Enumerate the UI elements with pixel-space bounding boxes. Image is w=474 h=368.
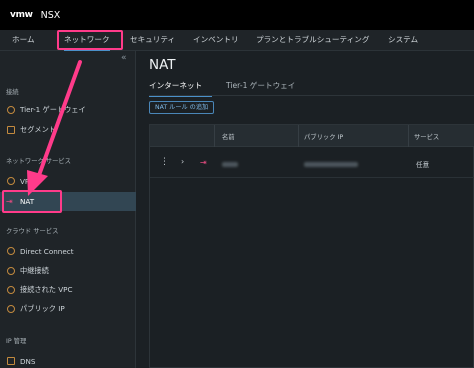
redacted-name bbox=[222, 162, 238, 167]
column-divider bbox=[298, 125, 299, 147]
dns-icon bbox=[7, 357, 15, 365]
cell-service: 任意 bbox=[416, 161, 430, 169]
nav-home[interactable]: ホーム bbox=[12, 30, 35, 51]
column-header-service[interactable]: サービス bbox=[414, 132, 439, 141]
app-title: NSX bbox=[40, 9, 61, 21]
nat-rule-icon: ⇥ bbox=[200, 158, 207, 167]
sidebar-item-vpn[interactable]: VPN bbox=[0, 173, 136, 189]
main-nav: ホーム ネットワーク セキュリティ インベントリ プランとトラブルシューティング… bbox=[0, 30, 474, 51]
nav-security[interactable]: セキュリティ bbox=[130, 30, 175, 51]
transit-connect-icon bbox=[7, 267, 15, 275]
connected-vpc-icon bbox=[7, 286, 15, 294]
top-bar: vmw NSX bbox=[0, 0, 474, 30]
section-header-connectivity: 接続 bbox=[6, 89, 19, 96]
direct-connect-icon bbox=[7, 247, 15, 255]
vmware-logo: vmw bbox=[10, 10, 33, 20]
main-content: NAT インターネット Tier-1 ゲートウェイ NAT ルール の追加 名前… bbox=[137, 51, 474, 368]
section-header-network-services: ネットワーク サービス bbox=[6, 158, 71, 165]
column-header-public-ip[interactable]: パブリック IP bbox=[304, 132, 343, 141]
sidebar-item-direct-connect[interactable]: Direct Connect bbox=[0, 243, 136, 259]
redacted-public-ip bbox=[304, 162, 358, 167]
page-title: NAT bbox=[149, 57, 176, 73]
sidebar-item-label: VPN bbox=[20, 176, 35, 186]
nav-plan-troubleshoot[interactable]: プランとトラブルシューティング bbox=[256, 30, 369, 51]
sidebar-item-label: 中継接続 bbox=[20, 266, 49, 275]
column-header-name[interactable]: 名前 bbox=[222, 132, 235, 141]
public-ip-icon bbox=[7, 305, 15, 313]
section-header-cloud-services: クラウド サービス bbox=[6, 228, 59, 235]
tab-divider bbox=[149, 95, 474, 96]
nav-inventory[interactable]: インベントリ bbox=[193, 30, 239, 51]
tab-tier1-gateway[interactable]: Tier-1 ゲートウェイ bbox=[226, 80, 295, 91]
row-divider bbox=[150, 177, 474, 178]
add-nat-rule-button[interactable]: NAT ルール の追加 bbox=[149, 101, 215, 114]
column-divider bbox=[408, 125, 409, 147]
table-header: 名前 パブリック IP サービス bbox=[150, 125, 474, 147]
sidebar-item-label: DNS bbox=[20, 356, 36, 366]
sidebar-item-label: セグメント bbox=[20, 125, 56, 134]
table-row: ⋮ › ⇥ 任意 bbox=[150, 154, 474, 174]
sidebar-item-label: 接続された VPC bbox=[20, 285, 73, 294]
sidebar-item-label: パブリック IP bbox=[20, 304, 65, 313]
nav-system[interactable]: システム bbox=[388, 30, 418, 51]
nat-rules-table: 名前 パブリック IP サービス ⋮ › ⇥ 任意 bbox=[149, 124, 474, 368]
sidebar-item-transit-connect[interactable]: 中継接続 bbox=[0, 263, 136, 279]
section-header-ip-management: IP 管理 bbox=[6, 338, 27, 345]
vpn-icon bbox=[7, 177, 15, 185]
sidebar-item-label: NAT bbox=[20, 197, 35, 206]
collapse-sidebar-icon[interactable]: « bbox=[121, 53, 127, 63]
nat-icon: ⇥ bbox=[6, 196, 13, 206]
gateway-icon bbox=[7, 106, 15, 114]
sidebar-item-label: Direct Connect bbox=[20, 246, 74, 256]
row-actions-icon[interactable]: ⋮ bbox=[160, 157, 169, 167]
sidebar-item-segments[interactable]: セグメント bbox=[0, 122, 136, 138]
sidebar-item-label: Tier-1 ゲートウェイ bbox=[20, 105, 86, 114]
expand-row-icon[interactable]: › bbox=[181, 157, 184, 166]
sidebar-item-public-ip[interactable]: パブリック IP bbox=[0, 301, 136, 317]
sidebar-item-nat[interactable]: ⇥ NAT bbox=[0, 192, 136, 211]
column-divider bbox=[214, 125, 215, 147]
nav-network[interactable]: ネットワーク bbox=[64, 30, 110, 51]
sidebar-item-dns[interactable]: DNS bbox=[0, 353, 136, 368]
sidebar-item-connected-vpc[interactable]: 接続された VPC bbox=[0, 282, 136, 298]
sidebar-item-tier1-gateway[interactable]: Tier-1 ゲートウェイ bbox=[0, 102, 136, 118]
sidebar: « 接続 Tier-1 ゲートウェイ セグメント ネットワーク サービス VPN… bbox=[0, 51, 136, 368]
segment-icon bbox=[7, 126, 15, 134]
